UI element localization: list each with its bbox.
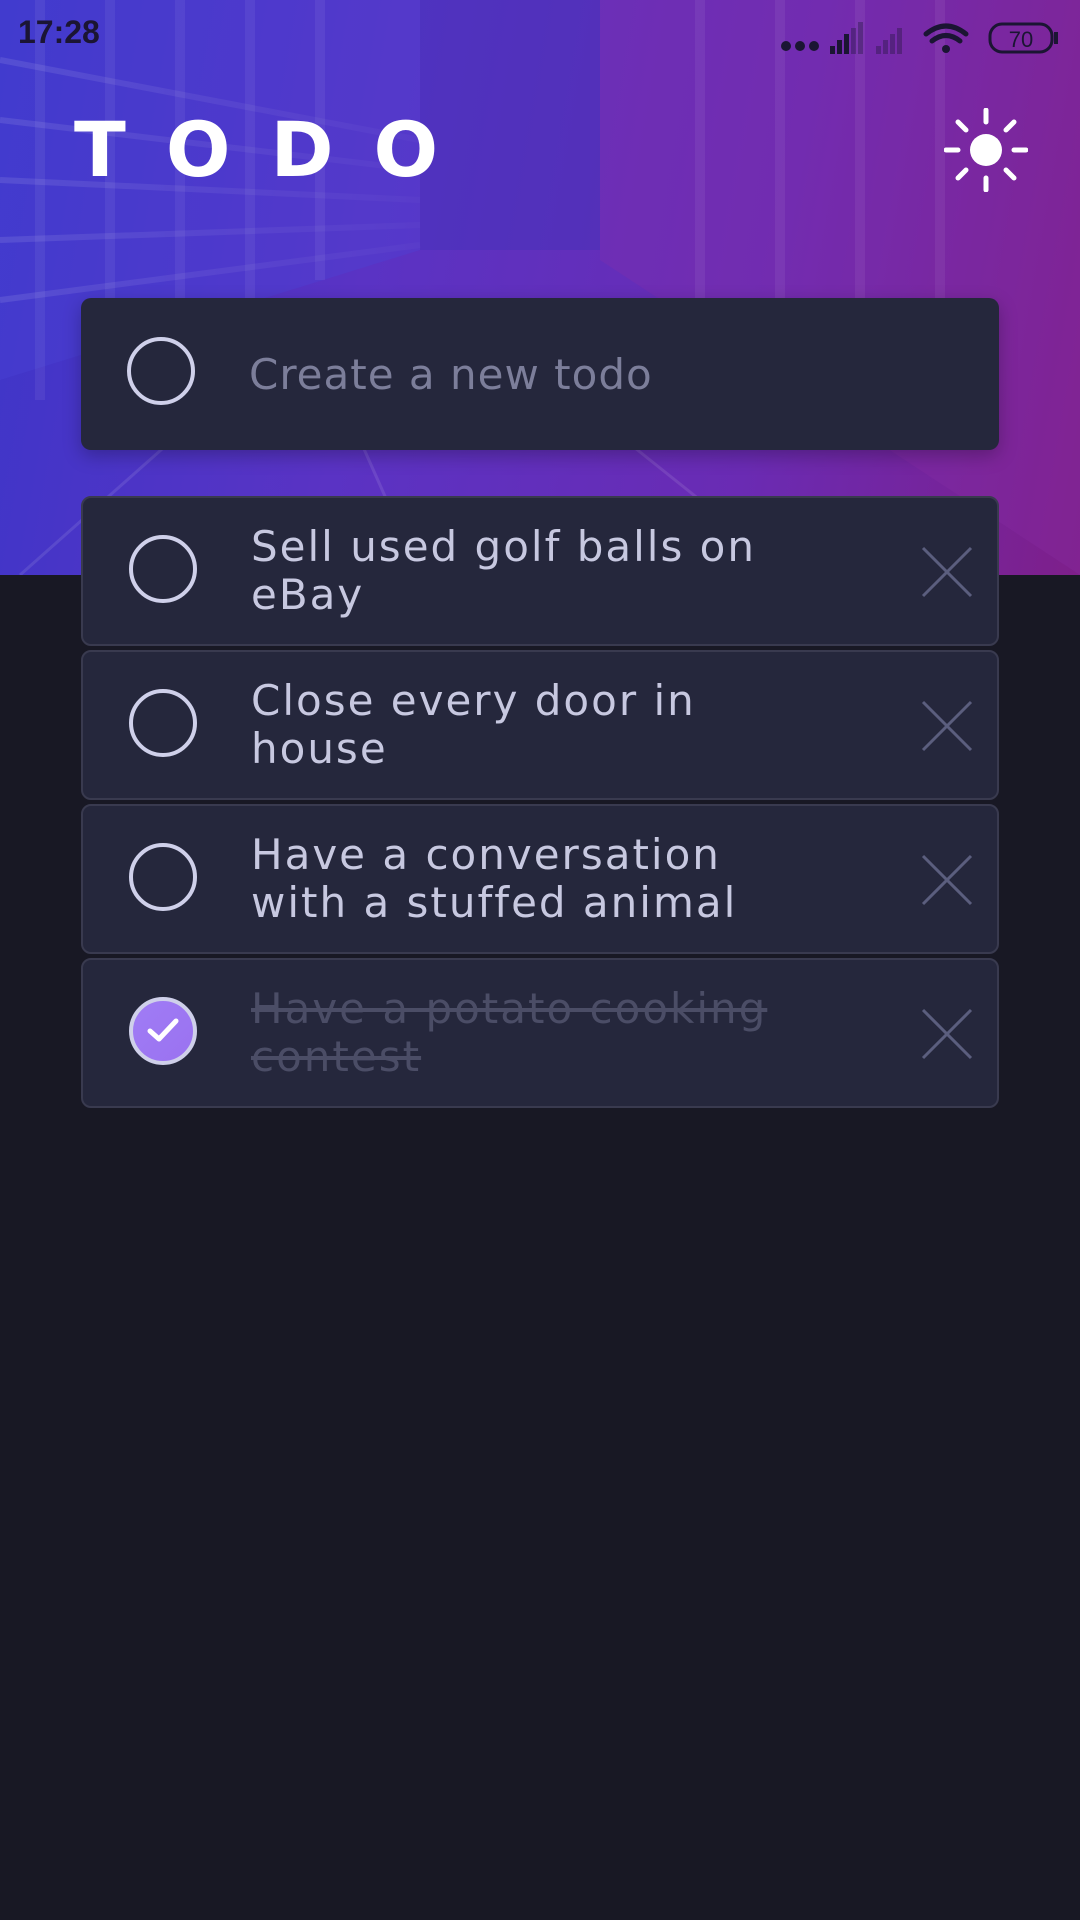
todo-text: Sell used golf balls on eBay [251,522,756,619]
battery-icon: 70 [988,22,1058,54]
todo-text: Close every door in house [251,676,696,773]
delete-todo-button[interactable] [921,1008,973,1060]
todo-check-circle[interactable] [129,689,197,757]
delete-todo-button[interactable] [921,854,973,906]
sun-icon [943,107,1029,193]
delete-todo-button[interactable] [921,700,973,752]
status-bar: 17:28 70 [0,0,1080,72]
signal-icon [830,22,863,54]
status-time: 17:28 [18,14,100,50]
todo-text: Have a conversation with a stuffed anima… [251,830,738,927]
todo-check-circle[interactable] [129,535,197,603]
todo-list: Sell used golf balls on eBay Close every… [81,496,999,1112]
hero-background [0,0,1080,575]
close-icon [921,700,973,752]
app-title: TODO [74,105,479,194]
theme-toggle-button[interactable] [943,107,1029,193]
svg-text:70: 70 [1009,27,1033,52]
close-icon [921,854,973,906]
todo-item-completed[interactable]: Have a potato cooking contest [81,958,999,1108]
todo-item[interactable]: Close every door in house [81,650,999,800]
todo-check-circle[interactable] [129,843,197,911]
new-todo-check-circle[interactable] [127,337,195,405]
todo-item[interactable]: Sell used golf balls on eBay [81,496,999,646]
delete-todo-button[interactable] [921,546,973,598]
close-icon [921,1008,973,1060]
hero-background-image [0,0,1080,575]
check-icon [147,1018,179,1042]
close-icon [921,546,973,598]
wifi-icon [923,23,969,53]
new-todo-input[interactable] [249,338,949,410]
more-dots-icon [781,41,819,51]
todo-item[interactable]: Have a conversation with a stuffed anima… [81,804,999,954]
signal-no-service-icon [876,28,902,54]
todo-text-completed: Have a potato cooking contest [251,984,768,1081]
new-todo-panel [81,298,999,450]
status-icons: 70 [781,22,1058,54]
todo-check-circle-checked[interactable] [129,997,197,1065]
